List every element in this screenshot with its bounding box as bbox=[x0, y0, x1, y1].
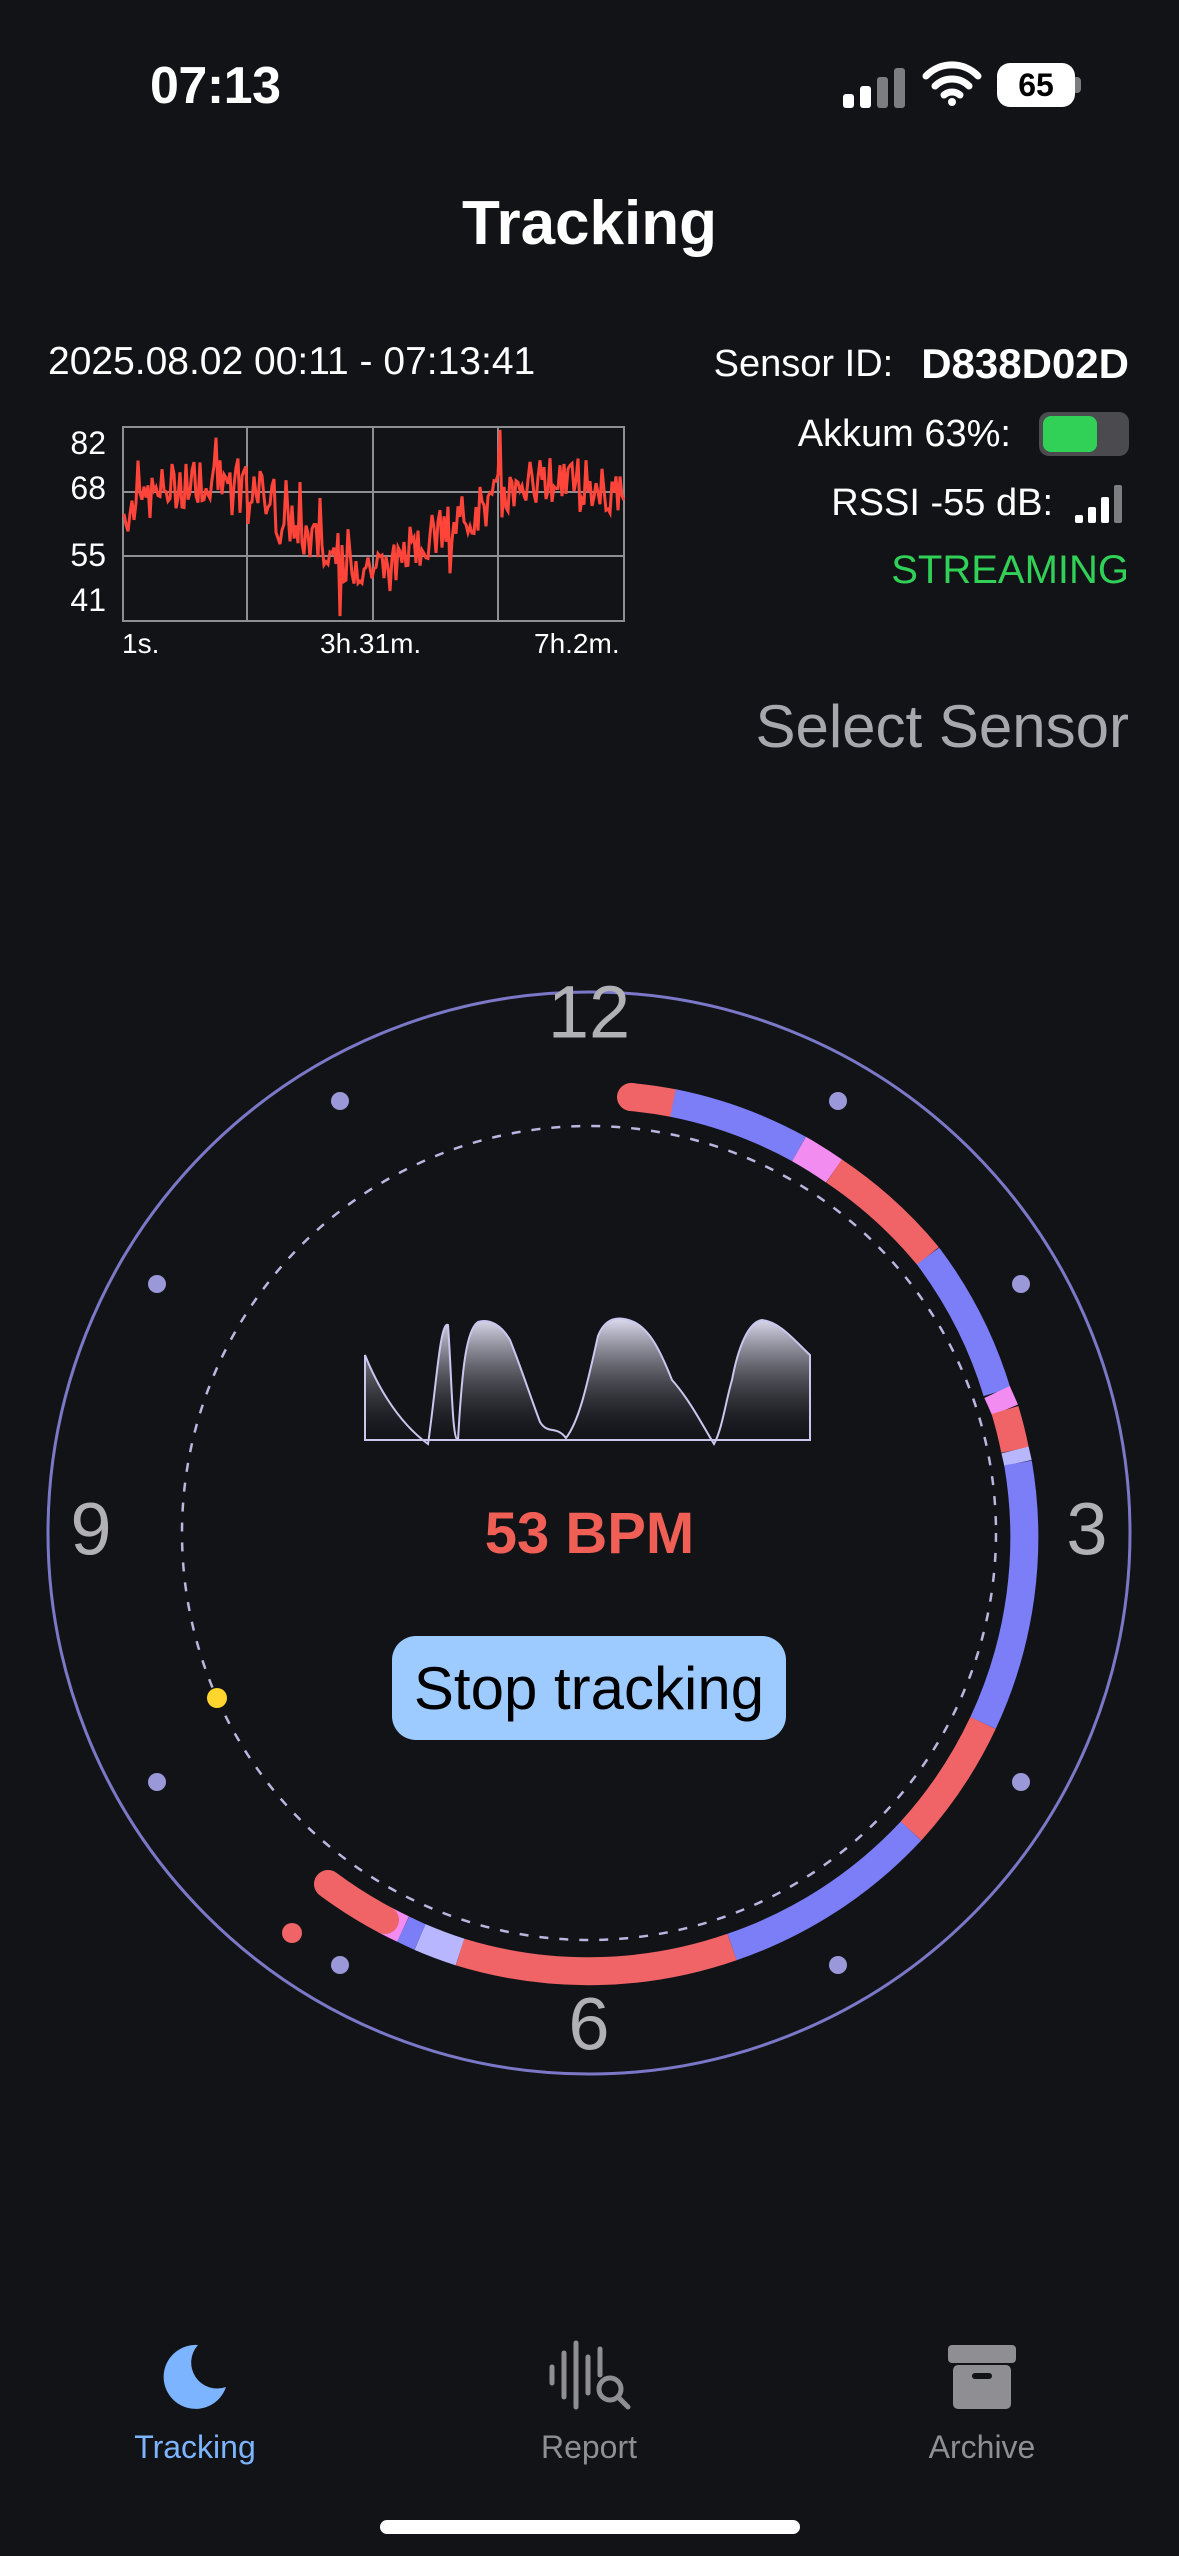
current-bpm: 53 BPM bbox=[484, 1501, 695, 1566]
sleep-start-marker bbox=[282, 1923, 302, 1943]
battery-tip bbox=[1075, 77, 1081, 93]
dial-number-12: 12 bbox=[548, 971, 630, 1054]
sparkline-y-tick: 68 bbox=[70, 470, 106, 506]
tab-label-tracking: Tracking bbox=[134, 2429, 256, 2465]
archive-box-icon bbox=[948, 2345, 1016, 2409]
tab-label-report: Report bbox=[540, 2429, 638, 2465]
wifi-icon bbox=[922, 61, 982, 106]
sparkline-x-tick: 3h.31m. bbox=[320, 628, 422, 659]
akkum-label: Akkum 63%: bbox=[797, 412, 1011, 455]
sensor-id-row: Sensor ID: D838D02D bbox=[714, 340, 1129, 388]
tab-tracking[interactable]: Tracking bbox=[65, 2325, 325, 2466]
connection-status: STREAMING bbox=[891, 548, 1129, 592]
battery-indicator: 65 bbox=[997, 63, 1075, 107]
status-time: 07:13 bbox=[150, 57, 281, 115]
sensor-id-value: D838D02D bbox=[921, 340, 1129, 387]
tab-report[interactable]: Report bbox=[459, 2325, 719, 2466]
alarm-marker bbox=[207, 1688, 227, 1708]
home-indicator bbox=[380, 2520, 800, 2534]
sensor-id-label: Sensor ID: bbox=[713, 342, 894, 385]
dial-number-6: 6 bbox=[568, 1983, 609, 2066]
heartbeat-waveform bbox=[364, 1317, 811, 1446]
page-title: Tracking bbox=[462, 189, 717, 258]
heart-rate-sparkline bbox=[122, 426, 625, 622]
sparkline-x-tick: 1s. bbox=[122, 628, 160, 659]
tab-label-archive: Archive bbox=[928, 2429, 1036, 2465]
rssi-row: RSSI -55 dB: bbox=[831, 482, 1129, 525]
stop-tracking-button[interactable]: Stop tracking bbox=[392, 1636, 786, 1740]
session-range: 2025.08.02 00:11 - 07:13:41 bbox=[48, 340, 536, 383]
rssi-signal-icon bbox=[1075, 484, 1129, 523]
sparkline-x-tick: 7h.2m. bbox=[534, 628, 620, 659]
tab-archive[interactable]: Archive bbox=[852, 2325, 1112, 2466]
cellular-signal-icon bbox=[843, 64, 907, 108]
battery-level-indicator bbox=[1039, 412, 1129, 456]
sparkline-y-tick: 41 bbox=[70, 582, 106, 618]
select-sensor-button[interactable]: Select Sensor bbox=[755, 692, 1129, 761]
sparkline-y-tick: 82 bbox=[70, 425, 106, 461]
sparkline-y-tick: 55 bbox=[70, 537, 106, 573]
waveform-search-icon bbox=[549, 2340, 631, 2410]
akkum-row: Akkum 63%: bbox=[798, 412, 1129, 456]
moon-icon bbox=[163, 2344, 226, 2409]
rssi-label: RSSI -55 dB: bbox=[831, 482, 1053, 524]
